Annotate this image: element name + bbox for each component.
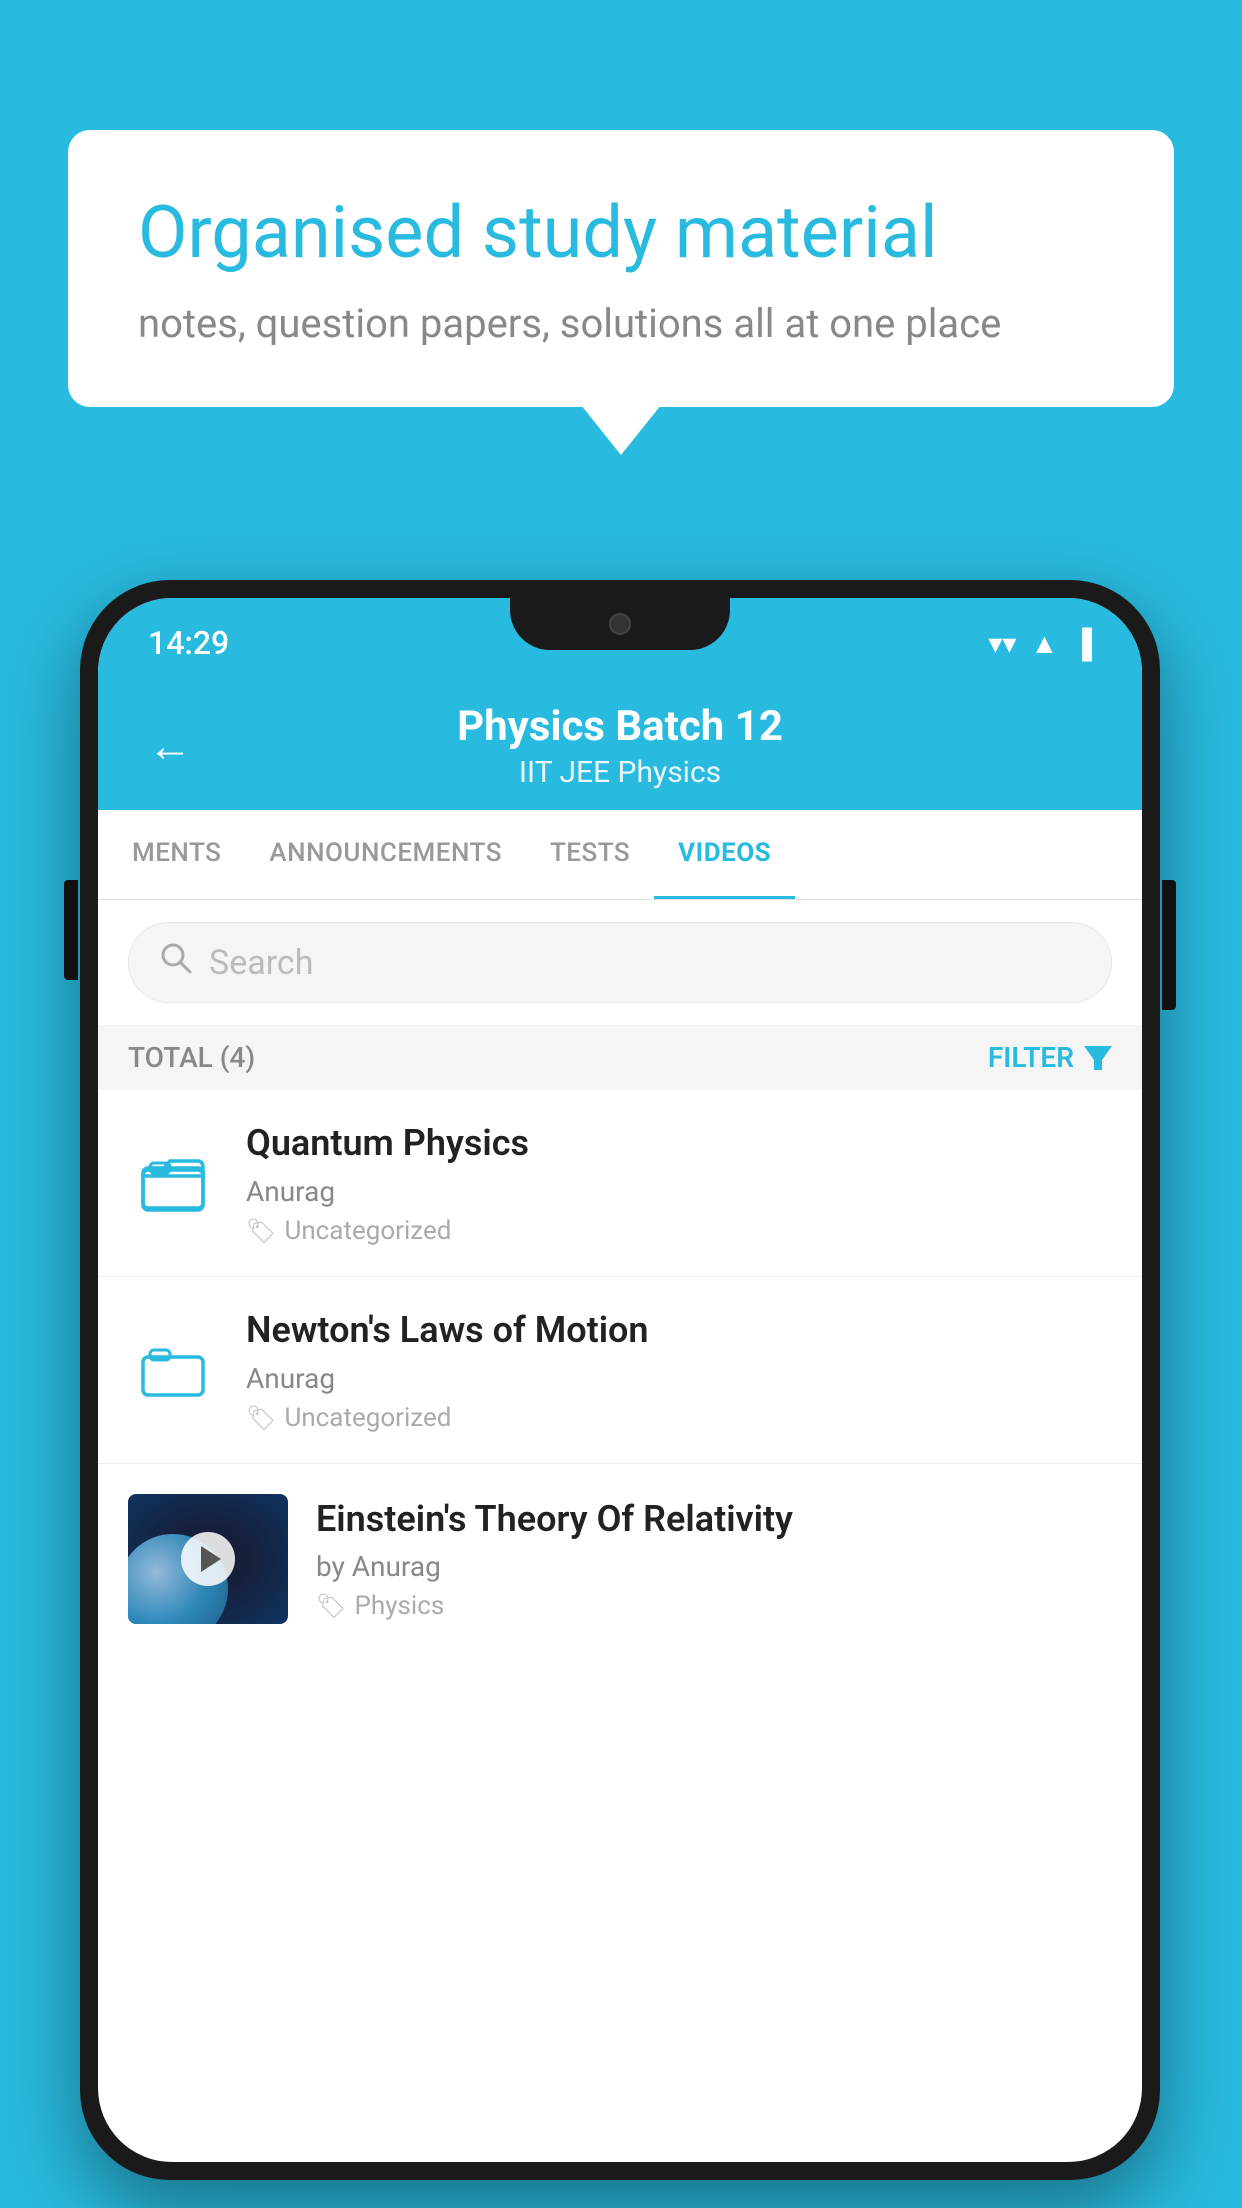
tag-label: Uncategorized: [284, 1216, 451, 1246]
back-button[interactable]: ←: [148, 720, 192, 772]
list-item[interactable]: Quantum Physics Anurag 🏷 Uncategorized: [98, 1090, 1142, 1277]
search-container: Search: [98, 900, 1142, 1025]
tag-label: Uncategorized: [284, 1403, 451, 1433]
status-icons: ▾▾ ▲ ▐: [988, 627, 1092, 660]
wifi-icon: ▾▾: [988, 627, 1016, 660]
video-tag: 🏷 Uncategorized: [246, 1216, 1112, 1246]
video-tag: 🏷 Uncategorized: [246, 1403, 1112, 1433]
tab-tests[interactable]: TESTS: [526, 810, 654, 899]
play-button[interactable]: [181, 1532, 235, 1586]
search-icon: [159, 941, 193, 984]
video-tag: 🏷 Physics: [316, 1591, 1112, 1621]
folder-icon: [138, 1335, 208, 1405]
tag-icon: 🏷: [246, 1404, 276, 1432]
filter-icon: [1084, 1046, 1112, 1070]
tabs-bar: MENTS ANNOUNCEMENTS TESTS VIDEOS: [98, 810, 1142, 900]
phone-notch: [510, 598, 730, 650]
phone-outer: 14:29 ▾▾ ▲ ▐ ← Physics Batch 12 IIT JEE …: [80, 580, 1160, 2180]
phone-mockup: 14:29 ▾▾ ▲ ▐ ← Physics Batch 12 IIT JEE …: [80, 580, 1160, 2180]
video-author: Anurag: [246, 1362, 1112, 1395]
play-triangle-icon: [201, 1546, 221, 1572]
tab-ments[interactable]: MENTS: [108, 810, 245, 899]
camera-dot: [609, 613, 631, 635]
bubble-title: Organised study material: [138, 190, 1104, 276]
tag-icon: 🏷: [246, 1217, 276, 1245]
tab-announcements[interactable]: ANNOUNCEMENTS: [245, 810, 526, 899]
total-count: TOTAL (4): [128, 1041, 255, 1074]
folder-icon: [138, 1148, 208, 1218]
phone-screen: 14:29 ▾▾ ▲ ▐ ← Physics Batch 12 IIT JEE …: [98, 598, 1142, 2162]
video-info: Einstein's Theory Of Relativity by Anura…: [316, 1496, 1112, 1622]
header-title: Physics Batch 12: [222, 702, 1018, 751]
search-placeholder: Search: [209, 943, 313, 983]
header-subtitle: IIT JEE Physics: [222, 755, 1018, 790]
tag-icon: 🏷: [316, 1592, 346, 1620]
video-thumbnail: [128, 1494, 288, 1624]
folder-icon-wrap: [128, 1335, 218, 1405]
video-title: Quantum Physics: [246, 1120, 1112, 1167]
filter-button[interactable]: FILTER: [988, 1041, 1112, 1074]
video-title: Newton's Laws of Motion: [246, 1307, 1112, 1354]
speech-bubble: Organised study material notes, question…: [68, 130, 1174, 407]
tab-videos[interactable]: VIDEOS: [654, 810, 795, 899]
folder-icon-wrap: [128, 1148, 218, 1218]
app-header: ← Physics Batch 12 IIT JEE Physics: [98, 678, 1142, 810]
filter-row: TOTAL (4) FILTER: [98, 1025, 1142, 1090]
tag-label: Physics: [354, 1591, 444, 1621]
filter-label: FILTER: [988, 1041, 1074, 1074]
video-author: by Anurag: [316, 1550, 1112, 1583]
battery-icon: ▐: [1072, 627, 1092, 660]
video-info: Newton's Laws of Motion Anurag 🏷 Uncateg…: [246, 1307, 1112, 1433]
signal-icon: ▲: [1030, 627, 1058, 660]
list-item[interactable]: Einstein's Theory Of Relativity by Anura…: [98, 1464, 1142, 1654]
status-time: 14:29: [148, 624, 229, 662]
list-item[interactable]: Newton's Laws of Motion Anurag 🏷 Uncateg…: [98, 1277, 1142, 1464]
video-list: Quantum Physics Anurag 🏷 Uncategorized: [98, 1090, 1142, 1654]
header-title-area: Physics Batch 12 IIT JEE Physics: [222, 702, 1018, 790]
video-title: Einstein's Theory Of Relativity: [316, 1496, 1112, 1543]
bubble-subtitle: notes, question papers, solutions all at…: [138, 300, 1104, 347]
video-author: Anurag: [246, 1175, 1112, 1208]
video-info: Quantum Physics Anurag 🏷 Uncategorized: [246, 1120, 1112, 1246]
search-input-wrap[interactable]: Search: [128, 922, 1112, 1003]
speech-bubble-area: Organised study material notes, question…: [68, 130, 1174, 407]
